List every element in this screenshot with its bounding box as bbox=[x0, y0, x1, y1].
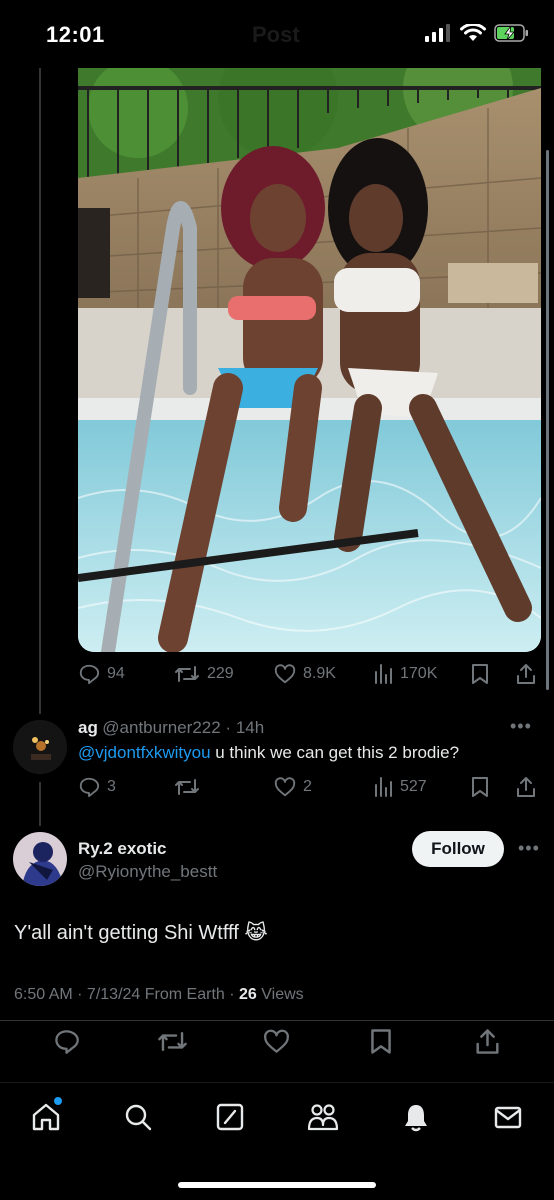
nav-home[interactable] bbox=[30, 1097, 62, 1138]
reply-handle[interactable]: @antburner222 bbox=[102, 718, 220, 737]
reply-time: 14h bbox=[235, 718, 265, 737]
repost-action[interactable]: 229 bbox=[174, 663, 234, 685]
nav-search[interactable] bbox=[122, 1101, 154, 1138]
views-icon bbox=[375, 777, 392, 797]
post-photo[interactable] bbox=[78, 68, 541, 652]
reply-views-count: 527 bbox=[400, 778, 427, 795]
status-time: 12:01 bbox=[46, 22, 105, 47]
signal-icon bbox=[425, 24, 450, 42]
divider bbox=[0, 1020, 554, 1021]
mail-icon bbox=[494, 1106, 522, 1129]
reply-separator: · bbox=[220, 718, 236, 737]
share-icon bbox=[476, 1029, 499, 1054]
bookmark-icon bbox=[371, 1029, 391, 1054]
reply-avatar-image bbox=[13, 720, 67, 774]
heart-icon bbox=[264, 1029, 289, 1053]
main-handle[interactable]: @Ryionythe_bestt bbox=[78, 862, 217, 882]
bookmark-icon bbox=[472, 777, 488, 797]
pool-photo-image bbox=[78, 68, 541, 652]
reply-like-action[interactable]: 2 bbox=[274, 776, 312, 798]
reply-share-action[interactable] bbox=[515, 776, 537, 798]
main-display-name[interactable]: Ry.2 exotic bbox=[78, 839, 167, 859]
post-date: 7/13/24 bbox=[86, 986, 141, 1003]
heart-icon bbox=[274, 664, 296, 684]
reply-avatar[interactable] bbox=[13, 720, 67, 774]
home-indicator[interactable] bbox=[178, 1182, 376, 1188]
repost-icon bbox=[175, 779, 199, 795]
thread-line-top bbox=[39, 68, 41, 714]
reply-text: @vjdontfxkwityou u think we can get this… bbox=[78, 743, 459, 763]
share-action[interactable] bbox=[515, 663, 537, 685]
repost-icon bbox=[158, 1031, 187, 1052]
views-icon bbox=[375, 664, 392, 684]
reply-bookmark-action[interactable] bbox=[471, 776, 489, 798]
main-avatar-image bbox=[13, 832, 67, 886]
reply-body: u think we can get this 2 brodie? bbox=[210, 743, 460, 762]
search-icon bbox=[125, 1104, 152, 1131]
thread-line-reply bbox=[39, 782, 41, 826]
communities-icon bbox=[307, 1104, 339, 1131]
main-like-button[interactable] bbox=[263, 1028, 290, 1055]
reply-reply-count: 3 bbox=[107, 778, 116, 795]
share-icon bbox=[517, 777, 535, 797]
meta-separator: · bbox=[224, 986, 239, 1003]
nav-communities[interactable] bbox=[306, 1101, 340, 1138]
post-source: From Earth bbox=[144, 986, 225, 1003]
views-action[interactable]: 170K bbox=[373, 663, 437, 685]
main-repost-button[interactable] bbox=[157, 1028, 188, 1055]
reply-icon bbox=[79, 664, 100, 685]
meta-separator: · bbox=[72, 986, 87, 1003]
scrollbar[interactable] bbox=[546, 150, 549, 690]
bookmark-action[interactable] bbox=[471, 663, 489, 685]
like-count: 8.9K bbox=[303, 665, 336, 682]
main-display-name-text: Ry.2 exotic bbox=[78, 839, 167, 858]
views-count: 170K bbox=[400, 665, 438, 682]
home-icon bbox=[32, 1103, 60, 1131]
share-icon bbox=[517, 664, 535, 684]
repost-icon bbox=[175, 666, 199, 682]
main-reply-button[interactable] bbox=[53, 1028, 80, 1055]
reply-repost-action[interactable] bbox=[174, 776, 200, 798]
nav-grok[interactable] bbox=[214, 1101, 246, 1138]
like-action[interactable]: 8.9K bbox=[274, 663, 336, 685]
nav-notifications[interactable] bbox=[400, 1101, 432, 1138]
reply-icon bbox=[79, 777, 100, 798]
main-more-icon[interactable]: ••• bbox=[518, 838, 540, 859]
reply-action[interactable]: 94 bbox=[78, 663, 125, 685]
reply-count: 94 bbox=[107, 665, 125, 682]
main-avatar[interactable] bbox=[13, 832, 67, 886]
home-notification-dot bbox=[54, 1097, 62, 1105]
battery-charging-icon bbox=[494, 24, 528, 42]
reply-more-icon[interactable]: ••• bbox=[510, 716, 532, 737]
status-bar: 12:01 Post bbox=[0, 0, 554, 68]
post-meta: 6:50 AM · 7/13/24 From Earth · 26 Views bbox=[14, 986, 304, 1004]
wifi-icon bbox=[460, 24, 486, 41]
main-bookmark-button[interactable] bbox=[370, 1028, 392, 1055]
reply-mention[interactable]: @vjdontfxkwityou bbox=[78, 743, 211, 762]
repost-count: 229 bbox=[207, 665, 234, 682]
post-views-label: Views bbox=[261, 986, 304, 1003]
header-title: Post bbox=[252, 22, 300, 47]
grok-icon bbox=[216, 1103, 244, 1131]
nav-messages[interactable] bbox=[492, 1101, 524, 1138]
main-post-text: Y'all ain't getting Shi Wtfff 😹 bbox=[14, 922, 268, 944]
follow-button[interactable]: Follow bbox=[412, 831, 504, 867]
bell-icon bbox=[405, 1105, 427, 1132]
heart-icon bbox=[274, 777, 296, 797]
reply-reply-action[interactable]: 3 bbox=[78, 776, 116, 798]
post-time: 6:50 AM bbox=[14, 986, 73, 1003]
post-views-count: 26 bbox=[239, 986, 257, 1003]
bookmark-icon bbox=[472, 664, 488, 684]
status-icons bbox=[424, 24, 530, 42]
reply-header: ag @antburner222 · 14h bbox=[78, 718, 264, 738]
main-share-button[interactable] bbox=[474, 1028, 501, 1055]
reply-like-count: 2 bbox=[303, 778, 312, 795]
reply-views-action[interactable]: 527 bbox=[373, 776, 427, 798]
reply-icon bbox=[55, 1030, 79, 1054]
reply-display-name[interactable]: ag bbox=[78, 718, 98, 737]
